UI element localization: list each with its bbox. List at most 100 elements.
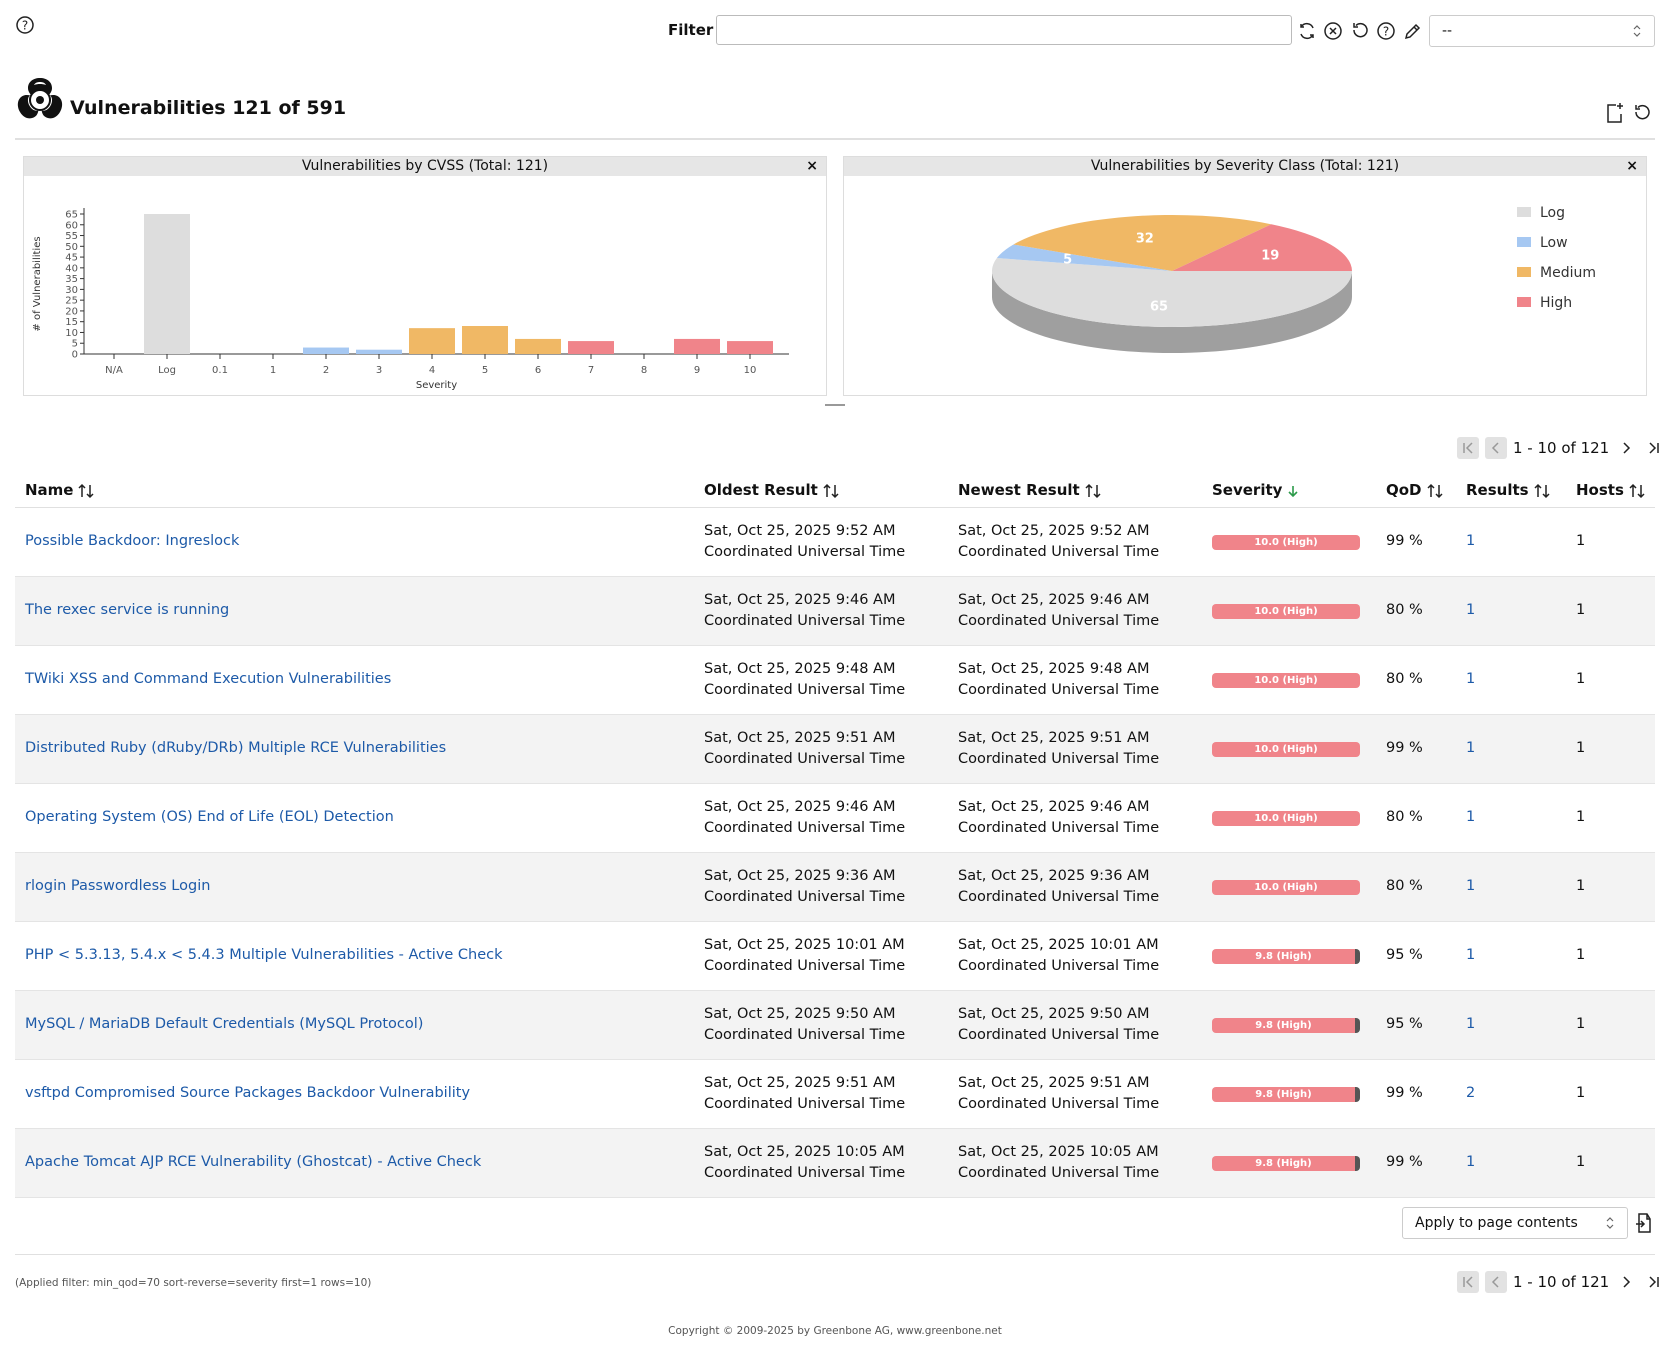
new-dashboard-icon[interactable]	[1604, 102, 1626, 124]
oldest-result-timezone: Coordinated Universal Time	[704, 889, 906, 905]
cvss-chart-title: Vulnerabilities by CVSS (Total: 121)	[301, 158, 549, 174]
results-count-link[interactable]: 1	[1466, 1154, 1475, 1170]
bar-2[interactable]	[303, 347, 349, 354]
bar-7[interactable]	[568, 341, 614, 354]
column-header-newest-result[interactable]: Newest Result	[948, 473, 1202, 508]
filter-help-icon[interactable]: ?	[1375, 20, 1397, 42]
pie-label-medium: 32	[1136, 231, 1154, 246]
vulnerability-name-link[interactable]: MySQL / MariaDB Default Credentials (MyS…	[25, 1016, 423, 1032]
vulnerability-name-link[interactable]: Operating System (OS) End of Life (EOL) …	[25, 809, 394, 825]
results-count-link[interactable]: 2	[1466, 1085, 1475, 1101]
refresh-icon[interactable]	[1296, 20, 1318, 42]
apply-to-select[interactable]: Apply to page contents	[1402, 1207, 1628, 1239]
last-page-icon[interactable]	[1643, 437, 1665, 459]
y-tick-label: 60	[65, 220, 78, 231]
next-page-icon[interactable]	[1615, 1271, 1637, 1293]
y-tick-label: 20	[65, 306, 78, 317]
x-tick-label: 3	[376, 365, 382, 376]
table-row[interactable]: The rexec service is running Sat, Oct 25…	[15, 576, 1655, 646]
sort-icon[interactable]	[1084, 483, 1102, 499]
close-icon[interactable]: ×	[1626, 157, 1638, 176]
vulnerability-name-link[interactable]: The rexec service is running	[25, 602, 229, 618]
resize-handle[interactable]	[825, 404, 845, 406]
table-row[interactable]: vsftpd Compromised Source Packages Backd…	[15, 1059, 1655, 1129]
y-tick-label: 50	[65, 242, 78, 253]
column-header-oldest-result[interactable]: Oldest Result	[694, 473, 948, 508]
select-arrows-icon	[1605, 1216, 1615, 1230]
previous-page-icon[interactable]	[1485, 437, 1507, 459]
table-row[interactable]: MySQL / MariaDB Default Credentials (MyS…	[15, 990, 1655, 1060]
oldest-result-timezone: Coordinated Universal Time	[704, 1096, 906, 1112]
column-header-results[interactable]: Results	[1456, 473, 1566, 508]
bar-5[interactable]	[462, 326, 508, 354]
newest-result-date: Sat, Oct 25, 2025 9:46 AM	[958, 798, 1150, 815]
first-page-icon[interactable]	[1457, 437, 1479, 459]
results-count-link[interactable]: 1	[1466, 1016, 1475, 1032]
vulnerability-name-link[interactable]: Possible Backdoor: Ingreslock	[25, 533, 239, 549]
sort-icon[interactable]	[1628, 483, 1646, 499]
sort-icon[interactable]	[77, 483, 95, 499]
vulnerability-name-link[interactable]: Distributed Ruby (dRuby/DRb) Multiple RC…	[25, 740, 446, 756]
newest-result-date: Sat, Oct 25, 2025 9:50 AM	[958, 1005, 1150, 1022]
results-count-link[interactable]: 1	[1466, 533, 1475, 549]
table-row[interactable]: rlogin Passwordless Login Sat, Oct 25, 2…	[15, 852, 1655, 922]
bar-Log[interactable]	[144, 214, 190, 354]
newest-result-date: Sat, Oct 25, 2025 9:46 AM	[958, 591, 1150, 608]
vulnerability-name-link[interactable]: PHP < 5.3.13, 5.4.x < 5.4.3 Multiple Vul…	[25, 947, 503, 963]
column-header-qod[interactable]: QoD	[1376, 473, 1456, 508]
last-page-icon[interactable]	[1643, 1271, 1665, 1293]
table-row[interactable]: Distributed Ruby (dRuby/DRb) Multiple RC…	[15, 714, 1655, 784]
export-icon[interactable]	[1633, 1212, 1655, 1234]
reset-icon[interactable]	[1349, 20, 1371, 42]
sort-icon[interactable]	[1533, 483, 1551, 499]
oldest-result-date: Sat, Oct 25, 2025 9:52 AM	[704, 522, 896, 539]
bar-9[interactable]	[674, 338, 720, 354]
newest-result-timezone: Coordinated Universal Time	[958, 889, 1160, 905]
filter-input[interactable]	[716, 15, 1292, 45]
sort-descending-icon[interactable]	[1286, 484, 1300, 498]
hosts-count: 1	[1566, 714, 1655, 784]
bar-10[interactable]	[727, 341, 773, 354]
sort-icon[interactable]	[822, 483, 840, 499]
edit-filter-icon[interactable]	[1402, 20, 1424, 42]
close-icon[interactable]: ×	[806, 157, 818, 176]
first-page-icon[interactable]	[1457, 1271, 1479, 1293]
vulnerability-name-link[interactable]: Apache Tomcat AJP RCE Vulnerability (Gho…	[25, 1154, 481, 1170]
table-row[interactable]: Possible Backdoor: Ingreslock Sat, Oct 2…	[15, 507, 1655, 577]
vulnerability-name-link[interactable]: vsftpd Compromised Source Packages Backd…	[25, 1085, 470, 1101]
pagination-text: 1 - 10 of 121	[1513, 439, 1610, 457]
qod-value: 99 %	[1376, 507, 1456, 577]
results-count-link[interactable]: 1	[1466, 947, 1475, 963]
bar-3[interactable]	[356, 349, 402, 354]
previous-page-icon[interactable]	[1485, 1271, 1507, 1293]
sort-icon[interactable]	[1426, 483, 1444, 499]
bar-6[interactable]	[515, 338, 561, 354]
newest-result-date: Sat, Oct 25, 2025 10:05 AM	[958, 1143, 1159, 1160]
bar-4[interactable]	[409, 328, 455, 354]
vulnerability-name-link[interactable]: TWiki XSS and Command Execution Vulnerab…	[25, 671, 391, 687]
table-row[interactable]: TWiki XSS and Command Execution Vulnerab…	[15, 645, 1655, 715]
reset-dashboard-icon[interactable]	[1631, 102, 1653, 124]
filter-select[interactable]: --	[1429, 15, 1655, 47]
results-count-link[interactable]: 1	[1466, 602, 1475, 618]
column-header-name[interactable]: Name	[15, 473, 694, 508]
table-row[interactable]: Operating System (OS) End of Life (EOL) …	[15, 783, 1655, 853]
severity-bar: 9.8 (High)	[1212, 1086, 1360, 1102]
results-count-link[interactable]: 1	[1466, 878, 1475, 894]
column-header-hosts[interactable]: Hosts	[1566, 473, 1655, 508]
next-page-icon[interactable]	[1615, 437, 1637, 459]
table-row[interactable]: PHP < 5.3.13, 5.4.x < 5.4.3 Multiple Vul…	[15, 921, 1655, 991]
results-count-link[interactable]: 1	[1466, 809, 1475, 825]
severity-class-pie-chart: 65 5 32 19 Log Low Medium High	[992, 205, 1596, 353]
vulnerability-name-link[interactable]: rlogin Passwordless Login	[25, 878, 210, 894]
results-count-link[interactable]: 1	[1466, 740, 1475, 756]
clear-filter-icon[interactable]	[1322, 20, 1344, 42]
results-count-link[interactable]: 1	[1466, 671, 1475, 687]
newest-result-timezone: Coordinated Universal Time	[958, 1096, 1160, 1112]
legend-label-high: High	[1540, 295, 1572, 311]
table-row[interactable]: Apache Tomcat AJP RCE Vulnerability (Gho…	[15, 1128, 1655, 1198]
column-header-severity[interactable]: Severity	[1202, 473, 1376, 508]
x-tick-label: 4	[429, 365, 435, 376]
qod-value: 99 %	[1376, 1128, 1456, 1198]
help-circle-icon[interactable]: ?	[14, 14, 36, 36]
